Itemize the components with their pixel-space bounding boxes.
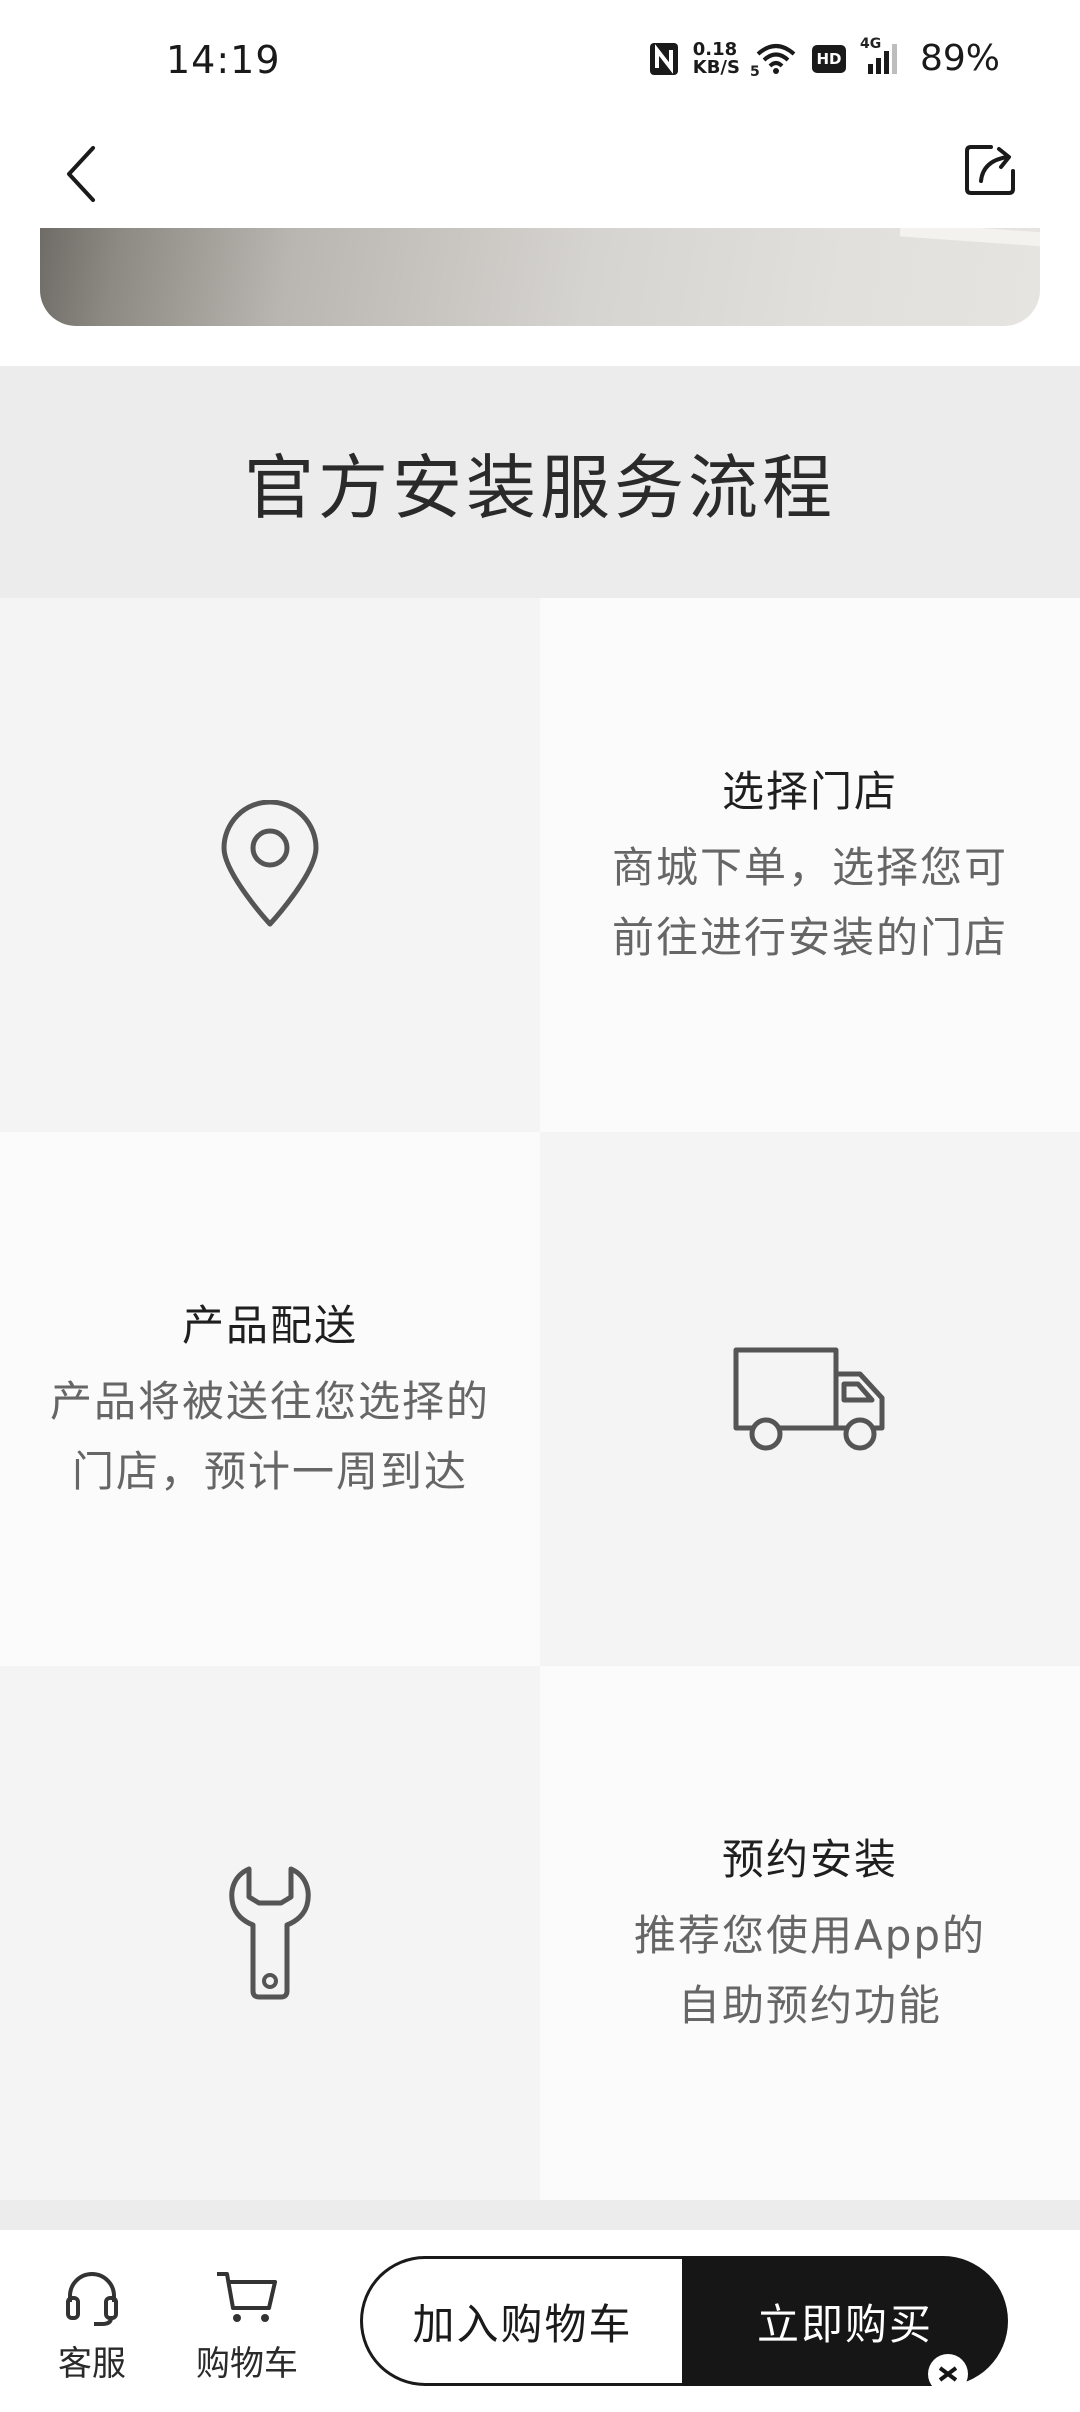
customer-service-button[interactable]: 客服: [58, 2268, 126, 2385]
step-1-icon-cell: [0, 598, 540, 1132]
battery-level: 89%: [919, 38, 1000, 79]
share-icon: [965, 145, 1015, 195]
purchase-button-group: 加入购物车 立即购买: [360, 2256, 1008, 2394]
step-title: 选择门店: [721, 766, 898, 816]
wifi-icon: 5: [750, 42, 798, 80]
net-speed-unit: KB/S: [692, 56, 740, 78]
step-description: 商城下单，选择您可 前往进行安装的门店: [611, 842, 1008, 962]
network-speed: 0.18 KB/S: [692, 38, 740, 78]
status-bar: 14:19 0.18 KB/S 5 HD 4G 89%: [0, 0, 1080, 120]
cart-label: 购物车: [196, 2344, 298, 2384]
net-speed-value: 0.18: [692, 38, 738, 60]
buy-now-button[interactable]: 立即购买: [682, 2256, 1008, 2394]
top-navigation: [0, 120, 1080, 230]
step-description: 产品将被送往您选择的 门店，预计一周到达: [49, 1376, 490, 1496]
bottom-action-bar: 客服 购物车 加入购物车 立即购买: [0, 2230, 1080, 2412]
step-3-icon-cell: [0, 1666, 540, 2200]
headset-icon: [66, 2272, 118, 2326]
back-button[interactable]: [52, 134, 108, 214]
wifi-badge: 5: [749, 63, 760, 80]
floating-assist-icon[interactable]: [926, 2352, 970, 2396]
step-description: 推荐您使用App的 自助预约功能: [633, 1910, 987, 2030]
hd-icon: HD: [811, 44, 846, 73]
step-2-text-cell: 产品配送 产品将被送往您选择的 门店，预计一周到达: [0, 1132, 540, 1666]
section-title: 官方安装服务流程: [244, 446, 836, 529]
cellular-signal-icon: 4G: [860, 36, 900, 76]
section-divider: [0, 2200, 1080, 2230]
signal-badge: 4G: [859, 35, 882, 52]
step-title: 产品配送: [181, 1300, 358, 1350]
cart-button[interactable]: 购物车: [196, 2268, 298, 2385]
wrench-icon: [229, 1866, 311, 2000]
buy-now-label: 立即购买: [756, 2299, 933, 2349]
install-steps-grid: 选择门店 商城下单，选择您可 前往进行安装的门店 产品配送 产品将被送往您选择的…: [0, 598, 1080, 2200]
status-icons: 0.18 KB/S 5 HD 4G 89%: [649, 36, 1000, 80]
step-1-text-cell: 选择门店 商城下单，选择您可 前往进行安装的门店: [540, 598, 1080, 1132]
step-3-text-cell: 预约安装 推荐您使用App的 自助预约功能: [540, 1666, 1080, 2200]
share-button[interactable]: [950, 130, 1030, 210]
location-pin-icon: [221, 800, 319, 927]
add-to-cart-button[interactable]: 加入购物车: [360, 2256, 682, 2386]
customer-service-label: 客服: [58, 2344, 126, 2384]
chevron-left-icon: [67, 146, 95, 202]
step-title: 预约安装: [721, 1834, 898, 1884]
truck-icon: [733, 1347, 885, 1451]
status-time: 14:19: [166, 38, 281, 82]
product-image: [40, 228, 1040, 326]
step-2-icon-cell: [540, 1132, 1080, 1666]
section-header: 官方安装服务流程: [0, 366, 1080, 598]
cart-icon: [217, 2272, 277, 2322]
nfc-icon: [649, 42, 679, 76]
